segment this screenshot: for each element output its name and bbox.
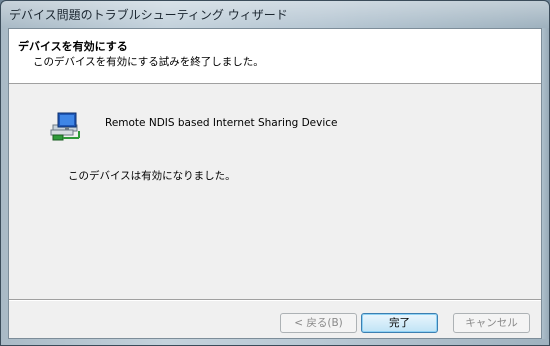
back-button[interactable]: < 戻る(B): [280, 313, 357, 333]
device-name: Remote NDIS based Internet Sharing Devic…: [105, 117, 338, 129]
finish-button[interactable]: 完了: [361, 313, 438, 333]
window-title: デバイス問題のトラブルシューティング ウィザード: [9, 8, 288, 22]
header-subtitle: このデバイスを有効にする試みを終了しました。: [33, 56, 264, 68]
status-message: このデバイスは有効になりました。: [68, 170, 236, 182]
window-frame-edge: [542, 28, 549, 339]
network-adapter-icon: [49, 111, 85, 145]
button-divider: [9, 299, 541, 301]
wizard-content: デバイスを有効にする このデバイスを有効にする試みを終了しました。 Remote…: [8, 28, 542, 339]
header-title: デバイスを有効にする: [18, 40, 128, 53]
cancel-button[interactable]: キャンセル: [453, 313, 530, 333]
wizard-window: デバイス問題のトラブルシューティング ウィザード デバイスを有効にする このデバ…: [0, 0, 550, 346]
title-bar[interactable]: デバイス問題のトラブルシューティング ウィザード: [1, 1, 549, 27]
wizard-header: デバイスを有効にする このデバイスを有効にする試みを終了しました。: [9, 29, 541, 84]
